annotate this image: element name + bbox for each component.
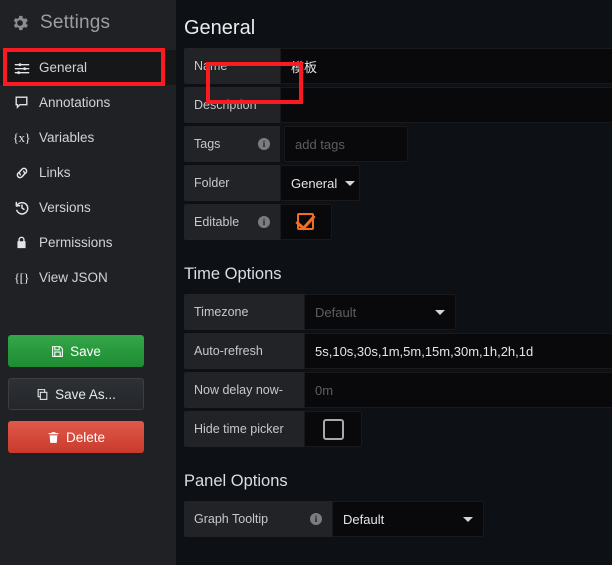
save-button[interactable]: Save [8,335,144,367]
settings-title: Settings [40,12,111,33]
info-icon[interactable]: i [310,513,322,525]
sidebar-item-permissions[interactable]: Permissions [0,225,176,260]
delete-button[interactable]: Delete [8,421,144,453]
name-label: Name [184,48,280,84]
sliders-icon [13,59,30,76]
settings-actions: Save Save As... Delete [8,335,144,464]
name-input[interactable]: 模板 [280,48,612,84]
save-icon [51,345,64,358]
editable-label-text: Editable [194,215,240,229]
sidebar-item-label: Annotations [39,95,111,110]
tags-input[interactable]: add tags [284,126,408,162]
tags-row: Tags i add tags [184,126,612,162]
tags-label: Tags i [184,126,280,162]
folder-row: Folder General [184,165,612,201]
save-as-button[interactable]: Save As... [8,378,144,410]
hide-time-picker-row: Hide time picker [184,411,612,447]
graph-tooltip-select-value: Default [343,511,385,527]
trash-icon [47,431,60,444]
general-settings-form: Name 模板 Description Tags i add tags Fold… [181,48,612,240]
sidebar-item-annotations[interactable]: Annotations [0,85,176,120]
timezone-row: Timezone Default [184,294,612,330]
folder-select[interactable]: General [280,165,360,201]
tags-label-text: Tags [194,137,221,151]
checkbox-checked-icon [294,209,316,232]
now-delay-label: Now delay now- [184,372,304,408]
sidebar-item-label: View JSON [39,270,108,285]
lock-icon [13,234,30,251]
sidebar-item-label: Variables [39,130,95,145]
copy-icon [36,388,49,401]
checkbox-unchecked-icon [322,418,344,440]
sidebar-item-view-json[interactable]: {[} View JSON [0,260,176,295]
settings-main-panel: General Name 模板 Description Tags i add t… [176,0,612,565]
hide-time-picker-checkbox[interactable] [304,411,362,447]
comment-icon [13,94,30,111]
time-options-title: Time Options [184,265,282,283]
delete-button-label: Delete [65,429,106,445]
settings-header: Settings [0,0,176,46]
hide-time-picker-label: Hide time picker [184,411,304,447]
history-icon [13,199,30,216]
info-icon[interactable]: i [258,216,270,228]
graph-tooltip-row: Graph Tooltip i Default [184,501,612,537]
page-title: General [184,17,256,39]
graph-tooltip-label: Graph Tooltip i [184,501,332,537]
graph-tooltip-label-text: Graph Tooltip [194,512,269,526]
panel-options-title: Panel Options [184,472,288,490]
sidebar-item-versions[interactable]: Versions [0,190,176,225]
name-row: Name 模板 [184,48,612,84]
chevron-down-icon [463,516,473,522]
description-row: Description [184,87,612,123]
chevron-down-icon [345,180,356,186]
sidebar-item-label: Links [39,165,71,180]
sidebar-item-label: Versions [39,200,91,215]
timezone-select-value: Default [315,304,357,320]
folder-select-value: General [291,175,338,191]
auto-refresh-input[interactable]: 5s,10s,30s,1m,5m,15m,30m,1h,2h,1d [304,333,612,369]
folder-label: Folder [184,165,280,201]
time-options-form: Timezone Default Auto-refresh 5s,10s,30s… [181,294,612,447]
sidebar-item-links[interactable]: Links [0,155,176,190]
gear-icon [10,13,30,33]
sidebar-item-label: General [39,60,88,75]
description-input[interactable] [280,87,612,123]
auto-refresh-label: Auto-refresh [184,333,304,369]
now-delay-row: Now delay now- 0m [184,372,612,408]
save-button-label: Save [70,343,101,359]
editable-label: Editable i [184,204,280,240]
auto-refresh-row: Auto-refresh 5s,10s,30s,1m,5m,15m,30m,1h… [184,333,612,369]
chevron-down-icon [435,309,445,315]
brackets-icon: {[} [13,269,30,285]
info-icon[interactable]: i [258,138,270,150]
sidebar-item-variables[interactable]: {x} Variables [0,120,176,155]
timezone-select[interactable]: Default [304,294,456,330]
save-as-button-label: Save As... [55,386,116,402]
now-delay-input[interactable]: 0m [304,372,612,408]
braces-x-icon: {x} [12,129,31,145]
dashboard-settings-page: Settings General Annotations {x} Variabl… [0,0,612,565]
graph-tooltip-select[interactable]: Default [332,501,484,537]
timezone-label: Timezone [184,294,304,330]
sidebar-item-label: Permissions [39,235,113,250]
panel-options-form: Graph Tooltip i Default [181,501,612,537]
sidebar-item-general[interactable]: General [0,50,176,85]
link-icon [13,164,30,181]
description-label: Description [184,87,280,123]
editable-row: Editable i [184,204,612,240]
editable-checkbox[interactable] [280,204,332,240]
settings-nav: General Annotations {x} Variables Links … [0,50,176,295]
settings-sidebar: Settings General Annotations {x} Variabl… [0,0,176,565]
